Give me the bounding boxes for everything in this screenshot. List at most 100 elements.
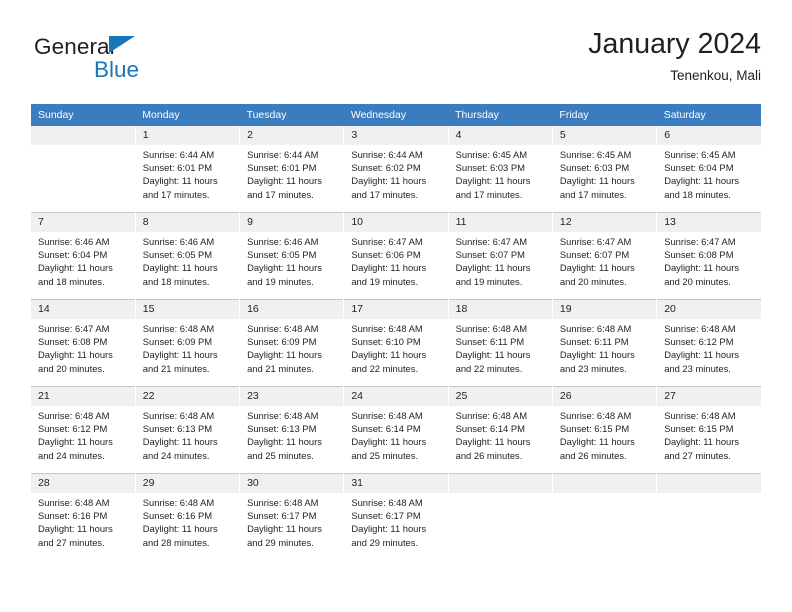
sunset-text: Sunset: 6:13 PM bbox=[247, 423, 317, 435]
day-cell[interactable]: 20 Sunrise: 6:48 AM Sunset: 6:12 PM Dayligh… bbox=[656, 299, 761, 387]
day-cell[interactable]: 14 Sunrise: 6:47 AM Sunset: 6:08 PM Dayligh… bbox=[31, 299, 136, 387]
daylight-text-line1: Daylight: 11 hours bbox=[559, 262, 635, 274]
day-cell[interactable] bbox=[31, 126, 136, 213]
daylight-text-line1: Daylight: 11 hours bbox=[38, 523, 113, 535]
day-cell[interactable]: 18 Sunrise: 6:48 AM Sunset: 6:11 PM Dayligh… bbox=[448, 299, 553, 387]
sunset-text: Sunset: 6:09 PM bbox=[247, 336, 317, 348]
weekday-header-sunday: Sunday bbox=[31, 104, 136, 126]
daylight-text-line1: Daylight: 11 hours bbox=[664, 175, 740, 187]
day-cell[interactable]: 31 Sunrise: 6:48 AM Sunset: 6:17 PM Dayligh… bbox=[343, 473, 449, 560]
sunset-text: Sunset: 6:06 PM bbox=[351, 249, 421, 261]
daylight-text-line1: Daylight: 11 hours bbox=[247, 262, 322, 274]
daylight-text-line2: and 29 minutes. bbox=[351, 536, 419, 548]
calendar-week-row: 21 Sunrise: 6:48 AM Sunset: 6:12 PM Dayligh… bbox=[31, 386, 761, 474]
sunrise-text: Sunrise: 6:48 AM bbox=[142, 410, 215, 421]
day-number: 19 bbox=[552, 300, 657, 319]
sunset-text: Sunset: 6:08 PM bbox=[664, 249, 734, 261]
page-title: January 2024 bbox=[588, 28, 761, 60]
day-cell[interactable]: 6 Sunrise: 6:45 AM Sunset: 6:04 PM Daylight… bbox=[656, 126, 761, 213]
day-details: Sunrise: 6:48 AM Sunset: 6:16 PM Daylight:… bbox=[136, 493, 239, 549]
day-cell[interactable]: 4 Sunrise: 6:45 AM Sunset: 6:03 PM Daylight… bbox=[448, 126, 553, 213]
day-cell[interactable]: 23 Sunrise: 6:48 AM Sunset: 6:13 PM Dayligh… bbox=[239, 386, 345, 474]
day-cell-empty bbox=[448, 473, 553, 560]
day-cell[interactable]: 29 Sunrise: 6:48 AM Sunset: 6:16 PM Dayligh… bbox=[135, 473, 241, 560]
day-cell[interactable]: 27 Sunrise: 6:48 AM Sunset: 6:15 PM Dayligh… bbox=[656, 386, 761, 474]
logo-triangle-icon bbox=[109, 36, 135, 53]
sunset-text: Sunset: 6:09 PM bbox=[142, 336, 213, 348]
day-cell[interactable]: 12 Sunrise: 6:47 AM Sunset: 6:07 PM Dayligh… bbox=[552, 212, 658, 300]
day-details: Sunrise: 6:48 AM Sunset: 6:12 PM Daylight:… bbox=[31, 406, 135, 462]
sunset-text: Sunset: 6:17 PM bbox=[351, 510, 421, 522]
calendar-header-row: Sunday Monday Tuesday Wednesday Thursday… bbox=[31, 104, 761, 126]
day-details: Sunrise: 6:48 AM Sunset: 6:11 PM Daylight:… bbox=[553, 319, 656, 375]
day-cell[interactable]: 26 Sunrise: 6:48 AM Sunset: 6:15 PM Dayligh… bbox=[552, 386, 658, 474]
day-cell[interactable]: 8 Sunrise: 6:46 AM Sunset: 6:05 PM Daylight… bbox=[135, 212, 241, 300]
daylight-text-line2: and 17 minutes. bbox=[247, 188, 314, 200]
sunrise-text: Sunrise: 6:44 AM bbox=[351, 149, 423, 160]
day-number: 26 bbox=[552, 387, 657, 406]
location-subtitle: Tenenkou, Mali bbox=[670, 68, 761, 83]
day-details: Sunrise: 6:45 AM Sunset: 6:03 PM Daylight:… bbox=[449, 145, 552, 201]
day-cell[interactable]: 7 Sunrise: 6:46 AM Sunset: 6:04 PM Daylight… bbox=[31, 212, 136, 300]
day-cell[interactable]: 3 Sunrise: 6:44 AM Sunset: 6:02 PM Daylight… bbox=[343, 126, 449, 213]
weekday-header-tuesday: Tuesday bbox=[239, 104, 344, 126]
day-cell[interactable]: 16 Sunrise: 6:48 AM Sunset: 6:09 PM Dayligh… bbox=[239, 299, 345, 387]
sunset-text: Sunset: 6:15 PM bbox=[664, 423, 734, 435]
sunset-text: Sunset: 6:04 PM bbox=[664, 162, 734, 174]
day-cell[interactable]: 19 Sunrise: 6:48 AM Sunset: 6:11 PM Dayligh… bbox=[552, 299, 658, 387]
day-cell[interactable]: 1 Sunrise: 6:44 AM Sunset: 6:01 PM Daylight… bbox=[135, 126, 241, 213]
daylight-text-line2: and 17 minutes. bbox=[351, 188, 419, 200]
daylight-text-line2: and 22 minutes. bbox=[455, 362, 523, 374]
day-number: 20 bbox=[657, 300, 761, 319]
daylight-text-line2: and 20 minutes. bbox=[664, 275, 731, 287]
sunset-text: Sunset: 6:07 PM bbox=[455, 249, 525, 261]
daylight-text-line1: Daylight: 11 hours bbox=[142, 175, 218, 187]
sunrise-text: Sunrise: 6:48 AM bbox=[247, 497, 319, 508]
daylight-text-line2: and 19 minutes. bbox=[455, 275, 523, 287]
day-cell[interactable]: 9 Sunrise: 6:46 AM Sunset: 6:05 PM Daylight… bbox=[239, 212, 345, 300]
day-cell[interactable]: 11 Sunrise: 6:47 AM Sunset: 6:07 PM Dayligh… bbox=[448, 212, 553, 300]
day-details: Sunrise: 6:48 AM Sunset: 6:17 PM Daylight:… bbox=[344, 493, 447, 549]
daylight-text-line1: Daylight: 11 hours bbox=[38, 262, 113, 274]
day-cell[interactable]: 25 Sunrise: 6:48 AM Sunset: 6:14 PM Dayligh… bbox=[448, 386, 553, 474]
daylight-text-line1: Daylight: 11 hours bbox=[247, 349, 322, 361]
logo-word-blue: Blue bbox=[94, 57, 140, 82]
daylight-text-line2: and 17 minutes. bbox=[455, 188, 523, 200]
day-number: 30 bbox=[240, 474, 344, 493]
daylight-text-line2: and 19 minutes. bbox=[247, 275, 314, 287]
day-cell[interactable]: 10 Sunrise: 6:47 AM Sunset: 6:06 PM Dayligh… bbox=[343, 212, 449, 300]
day-cell[interactable]: 5 Sunrise: 6:45 AM Sunset: 6:03 PM Daylight… bbox=[552, 126, 658, 213]
day-cell[interactable]: 22 Sunrise: 6:48 AM Sunset: 6:13 PM Dayligh… bbox=[135, 386, 241, 474]
day-cell[interactable]: 17 Sunrise: 6:48 AM Sunset: 6:10 PM Dayligh… bbox=[343, 299, 449, 387]
daylight-text-line1: Daylight: 11 hours bbox=[351, 262, 427, 274]
sunset-text: Sunset: 6:16 PM bbox=[142, 510, 213, 522]
daylight-text-line1: Daylight: 11 hours bbox=[142, 436, 218, 448]
sunrise-text: Sunrise: 6:48 AM bbox=[455, 410, 528, 421]
day-cell[interactable]: 15 Sunrise: 6:48 AM Sunset: 6:09 PM Dayligh… bbox=[135, 299, 241, 387]
daylight-text-line1: Daylight: 11 hours bbox=[142, 523, 218, 535]
day-cell[interactable]: 30 Sunrise: 6:48 AM Sunset: 6:17 PM Dayligh… bbox=[239, 473, 345, 560]
day-details: Sunrise: 6:48 AM Sunset: 6:12 PM Daylight:… bbox=[657, 319, 761, 375]
day-number bbox=[552, 474, 657, 493]
daylight-text-line2: and 27 minutes. bbox=[664, 449, 731, 461]
daylight-text-line2: and 21 minutes. bbox=[142, 362, 210, 374]
day-details: Sunrise: 6:48 AM Sunset: 6:17 PM Daylight:… bbox=[240, 493, 343, 549]
daylight-text-line1: Daylight: 11 hours bbox=[247, 436, 322, 448]
day-cell[interactable]: 13 Sunrise: 6:47 AM Sunset: 6:08 PM Dayligh… bbox=[656, 212, 761, 300]
day-cell[interactable]: 24 Sunrise: 6:48 AM Sunset: 6:14 PM Dayligh… bbox=[343, 386, 449, 474]
day-details: Sunrise: 6:47 AM Sunset: 6:06 PM Daylight:… bbox=[344, 232, 447, 288]
daylight-text-line1: Daylight: 11 hours bbox=[455, 436, 531, 448]
day-details: Sunrise: 6:48 AM Sunset: 6:11 PM Daylight:… bbox=[449, 319, 552, 375]
day-cell[interactable]: 28 Sunrise: 6:48 AM Sunset: 6:16 PM Dayligh… bbox=[31, 473, 136, 560]
daylight-text-line1: Daylight: 11 hours bbox=[455, 349, 531, 361]
sunrise-text: Sunrise: 6:48 AM bbox=[247, 323, 319, 334]
sunset-text: Sunset: 6:15 PM bbox=[559, 423, 630, 435]
day-cell[interactable]: 21 Sunrise: 6:48 AM Sunset: 6:12 PM Dayligh… bbox=[31, 386, 136, 474]
day-details: Sunrise: 6:48 AM Sunset: 6:14 PM Daylight:… bbox=[344, 406, 447, 462]
sunrise-text: Sunrise: 6:47 AM bbox=[664, 236, 736, 247]
day-details: Sunrise: 6:44 AM Sunset: 6:02 PM Daylight:… bbox=[344, 145, 447, 201]
day-cell[interactable]: 2 Sunrise: 6:44 AM Sunset: 6:01 PM Daylight… bbox=[239, 126, 345, 213]
day-number: 9 bbox=[240, 213, 344, 232]
sunrise-text: Sunrise: 6:48 AM bbox=[664, 323, 736, 334]
day-number: 7 bbox=[31, 213, 135, 232]
